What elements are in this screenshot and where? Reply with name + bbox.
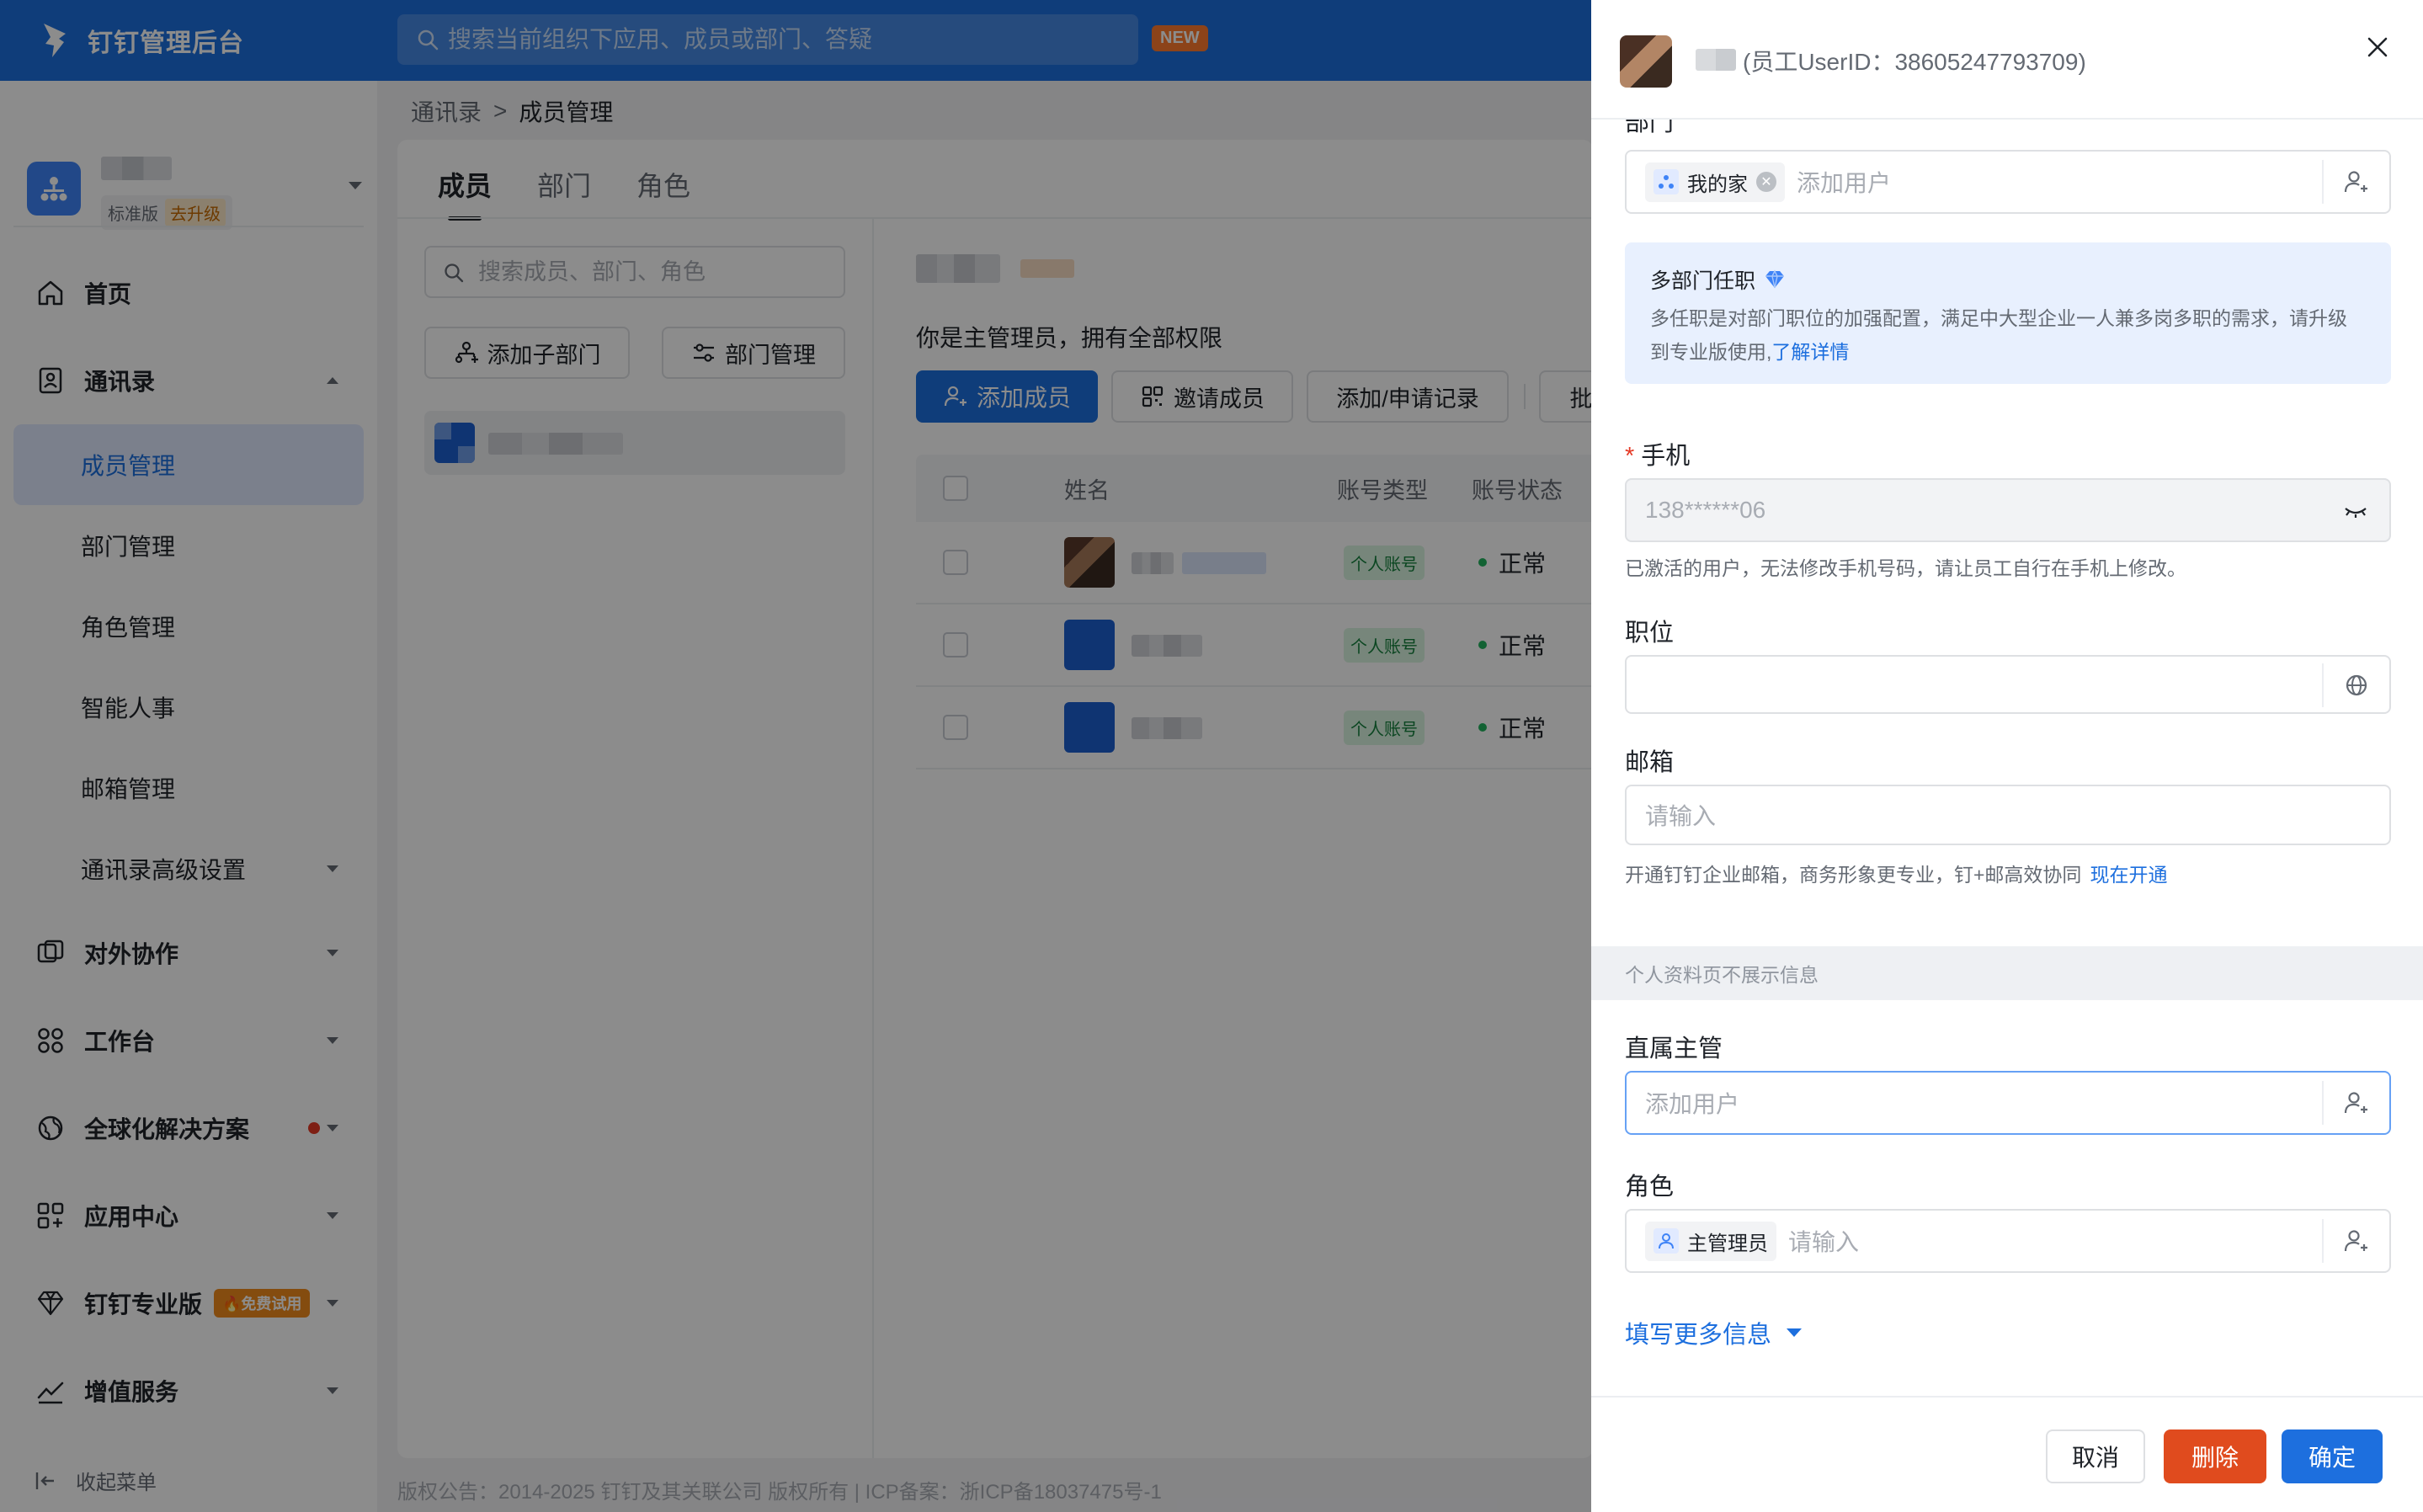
select-user-button[interactable] (2322, 1081, 2389, 1125)
manager-label: 直属主管 (1625, 1036, 1723, 1062)
edit-member-drawer: (员工UserID：38605247793709) 部门 我的家 ✕ 添加用户 … (1591, 0, 2423, 1512)
position-field[interactable] (1625, 655, 2391, 714)
manager-placeholder: 添加用户 (1645, 1091, 1740, 1117)
email-hint-text: 开通钉钉企业邮箱，商务形象更专业，钉+邮高效协同 (1625, 864, 2082, 886)
dept-label: 部门 (1625, 120, 1675, 136)
user-icon (1653, 1228, 1679, 1254)
add-user-icon (2344, 1092, 2367, 1114)
phone-hint: 已激活的用户，无法修改手机号码，请让员工自行在手机上修改。 (1625, 557, 2186, 579)
learn-more-link[interactable]: 了解详情 (1771, 341, 1849, 363)
role-tag-label: 主管理员 (1687, 1232, 1768, 1255)
drawer-title: (员工UserID：38605247793709) (1743, 49, 2086, 75)
add-user-icon (2344, 1230, 2367, 1252)
confirm-button[interactable]: 确定 (2282, 1429, 2383, 1483)
dept-tag-label: 我的家 (1687, 173, 1748, 196)
drawer-header: (员工UserID：38605247793709) (1591, 0, 2423, 120)
remove-tag-icon[interactable]: ✕ (1756, 172, 1776, 192)
email-hint: 开通钉钉企业邮箱，商务形象更专业，钉+邮高效协同 现在开通 (1625, 859, 2167, 887)
more-info-link[interactable]: 填写更多信息 (1625, 1315, 1803, 1350)
info-title: 多部门任职 (1650, 264, 2366, 295)
position-label: 职位 (1625, 620, 1675, 647)
info-title-text: 多部门任职 (1650, 269, 1756, 293)
more-info-label: 填写更多信息 (1625, 1322, 1772, 1349)
member-name-redacted (1696, 49, 1736, 71)
globe-icon (2346, 674, 2367, 696)
enable-email-link[interactable]: 现在开通 (2090, 864, 2167, 886)
phone-label: * 手机 (1625, 436, 1690, 471)
manager-field[interactable]: 添加用户 (1625, 1071, 2391, 1135)
email-placeholder: 请输入 (1645, 803, 1717, 829)
info-text: 多任职是对部门职位的加强配置，满足中大型企业一人兼多岗多职的需求，请升级到专业版… (1650, 301, 2366, 369)
caret-down-icon (1787, 1328, 1803, 1337)
role-label: 角色 (1625, 1174, 1675, 1201)
required-mark: * (1625, 443, 1635, 470)
drawer-footer: 取消 删除 确定 (1591, 1396, 2423, 1512)
phone-value: 138******06 (1645, 497, 1766, 523)
close-icon[interactable] (2364, 34, 2391, 61)
dept-field[interactable]: 我的家 ✕ 添加用户 (1625, 150, 2391, 214)
phone-field: 138******06 (1625, 478, 2391, 542)
language-button[interactable] (2322, 663, 2389, 707)
email-field[interactable]: 请输入 (1625, 785, 2391, 845)
select-role-button[interactable] (2322, 1219, 2389, 1263)
email-label: 邮箱 (1625, 749, 1675, 776)
role-field[interactable]: 主管理员 请输入 (1625, 1209, 2391, 1273)
delete-button[interactable]: 删除 (2164, 1429, 2266, 1483)
dept-tag: 我的家 ✕ (1645, 162, 1785, 202)
info-body: 多任职是对部门职位的加强配置，满足中大型企业一人兼多岗多职的需求，请升级到专业版… (1650, 307, 2347, 363)
section-header: 个人资料页不展示信息 (1591, 946, 2423, 1000)
avatar (1620, 35, 1672, 88)
role-placeholder: 请输入 (1788, 1229, 1860, 1255)
dept-placeholder: 添加用户 (1797, 170, 1892, 196)
select-user-button[interactable] (2322, 160, 2389, 204)
toggle-visibility-button[interactable] (2322, 488, 2389, 532)
eye-closed-icon (2345, 508, 2367, 518)
cancel-button[interactable]: 取消 (2046, 1429, 2145, 1483)
diamond-icon (1765, 269, 1785, 289)
role-tag: 主管理员 (1645, 1221, 1776, 1261)
add-user-icon (2344, 171, 2367, 193)
multi-dept-info-banner: 多部门任职 多任职是对部门职位的加强配置，满足中大型企业一人兼多岗多职的需求，请… (1625, 242, 2391, 384)
drawer-body: 部门 我的家 ✕ 添加用户 多部门任职 多任职是对部门职位的加强配置，满足中大型… (1591, 120, 2423, 1396)
phone-label-text: 手机 (1641, 443, 1691, 470)
org-icon (1653, 169, 1679, 194)
